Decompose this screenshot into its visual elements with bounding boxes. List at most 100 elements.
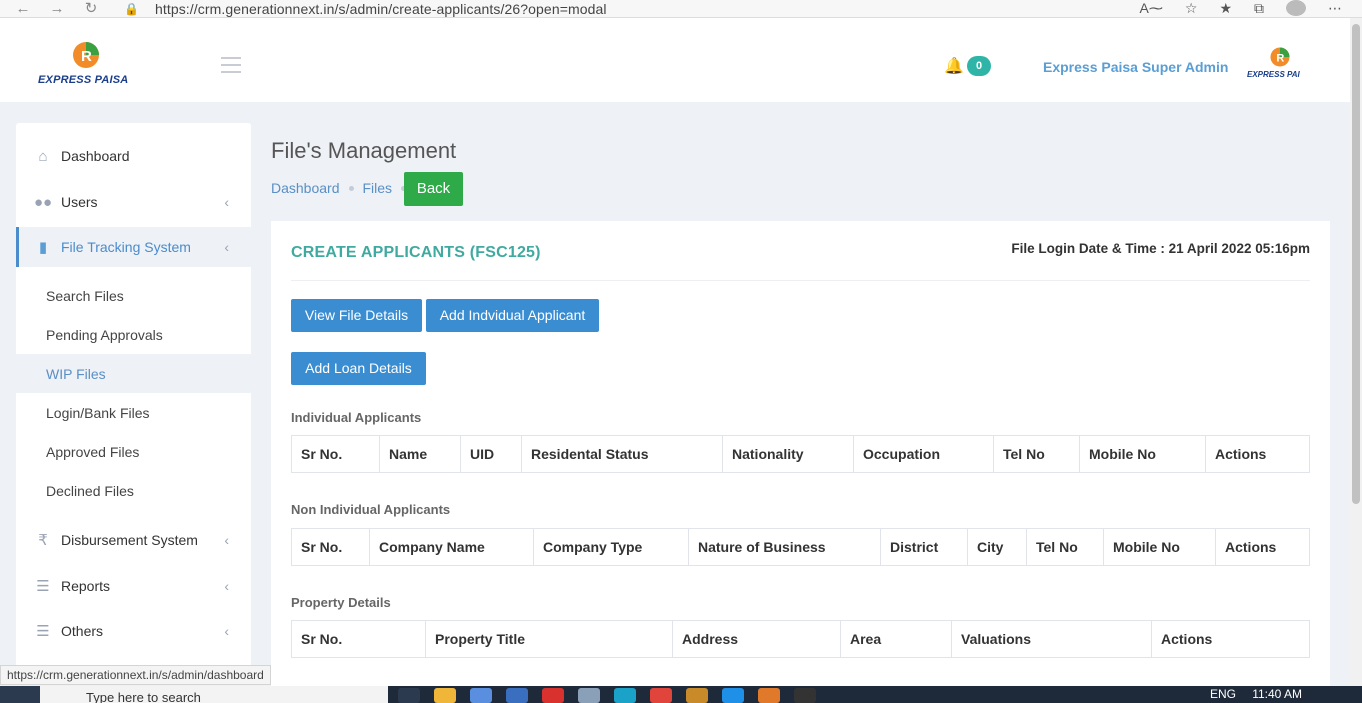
avatar-logo-mark-icon: R: [1270, 47, 1290, 67]
column-header: Sr No.: [291, 620, 426, 658]
sidebar-item-file-tracking[interactable]: ▮ File Tracking System ‹: [16, 227, 251, 267]
link-status-bar: https://crm.generationnext.in/s/admin/da…: [0, 665, 271, 685]
sidebar-item-dashboard[interactable]: ⌂ Dashboard: [16, 136, 251, 176]
column-header: Nationality: [722, 435, 854, 473]
table-header-row: Sr No. Property Title Address Area Valua…: [291, 620, 1310, 658]
lock-icon[interactable]: 🔒: [124, 2, 139, 16]
add-favorite-icon[interactable]: ☆: [1185, 0, 1198, 17]
non-individual-applicants-table: Sr No. Company Name Company Type Nature …: [291, 528, 1310, 566]
breadcrumb-files[interactable]: Files: [363, 180, 393, 196]
file-explorer-icon[interactable]: [434, 688, 456, 703]
column-header: City: [967, 528, 1027, 566]
terminal-icon[interactable]: [794, 688, 816, 703]
column-header: Mobile No: [1103, 528, 1216, 566]
scrollbar-thumb[interactable]: [1352, 24, 1360, 504]
column-header: Tel No: [1026, 528, 1104, 566]
mail-icon[interactable]: [506, 688, 528, 703]
back-button[interactable]: Back: [404, 172, 463, 206]
sidebar-subitem-approved-files[interactable]: Approved Files: [16, 432, 251, 471]
more-menu-icon[interactable]: ⋯: [1328, 0, 1342, 17]
app-icon[interactable]: [686, 688, 708, 703]
sidebar-item-others[interactable]: ☰ Others ‹: [16, 611, 251, 651]
breadcrumb-separator: [348, 185, 354, 191]
non-individual-applicants-label: Non Individual Applicants: [291, 502, 451, 517]
chrome-icon[interactable]: [650, 688, 672, 703]
individual-applicants-label: Individual Applicants: [291, 410, 422, 425]
sidebar-item-users[interactable]: ●● Users ‹: [16, 182, 251, 222]
table-header-row: Sr No. Company Name Company Type Nature …: [291, 528, 1310, 566]
column-header: Company Type: [533, 528, 689, 566]
column-header: Actions: [1151, 620, 1310, 658]
collections-icon[interactable]: ⧉: [1254, 0, 1264, 17]
chevron-left-icon: ‹: [224, 623, 229, 639]
sidebar-item-disbursement[interactable]: ₹ Disbursement System ‹: [16, 520, 251, 560]
file-login-datetime: File Login Date & Time : 21 April 2022 0…: [1011, 241, 1310, 256]
property-details-table: Sr No. Property Title Address Area Valua…: [291, 620, 1310, 658]
menu-toggle-icon[interactable]: [221, 57, 241, 78]
app-icon[interactable]: [758, 688, 780, 703]
sidebar-subitem-pending-approvals[interactable]: Pending Approvals: [16, 315, 251, 354]
list-icon: ☰: [36, 623, 50, 640]
skype-icon[interactable]: [722, 688, 744, 703]
add-individual-applicant-button[interactable]: Add Indvidual Applicant: [426, 299, 599, 332]
logo-text: EXPRESS PAISA: [38, 74, 129, 86]
notes-icon[interactable]: [578, 688, 600, 703]
page-scrollbar[interactable]: [1350, 18, 1362, 685]
column-header: Residental Status: [521, 435, 723, 473]
column-header: Sr No.: [291, 435, 380, 473]
sidebar-subitem-declined-files[interactable]: Declined Files: [16, 471, 251, 510]
sidebar-subitem-login-bank-files[interactable]: Login/Bank Files: [16, 393, 251, 432]
add-loan-details-button[interactable]: Add Loan Details: [291, 352, 426, 385]
table-header-row: Sr No. Name UID Residental Status Nation…: [291, 435, 1310, 473]
user-avatar-logo[interactable]: R EXPRESS PAI: [1247, 46, 1311, 82]
file-icon: ▮: [38, 239, 48, 256]
column-header: Actions: [1205, 435, 1310, 473]
sidebar-item-label: Disbursement System: [61, 532, 198, 548]
express-paisa-logo[interactable]: R EXPRESS PAISA: [34, 38, 138, 86]
svg-text:R: R: [81, 48, 92, 65]
column-header: Area: [840, 620, 952, 658]
create-applicants-card: CREATE APPLICANTS (FSC125) File Login Da…: [271, 221, 1330, 691]
bell-icon[interactable]: 🔔: [944, 56, 964, 76]
avatar-logo-text: EXPRESS PAI: [1247, 70, 1300, 79]
notification-badge[interactable]: 0: [967, 56, 991, 76]
breadcrumb-dashboard[interactable]: Dashboard: [271, 180, 340, 196]
edge-icon[interactable]: [614, 688, 636, 703]
view-file-details-button[interactable]: View File Details: [291, 299, 422, 332]
app-icon[interactable]: [542, 688, 564, 703]
address-bar[interactable]: https://crm.generationnext.in/s/admin/cr…: [155, 1, 607, 17]
sidebar-item-label: Others: [61, 623, 104, 639]
divider: [291, 280, 1310, 281]
svg-text:R: R: [1276, 52, 1284, 64]
chevron-left-icon: ‹: [224, 578, 229, 594]
list-icon: ☰: [36, 578, 50, 595]
chevron-left-icon: ‹: [224, 532, 229, 548]
column-header: Valuations: [951, 620, 1152, 658]
taskbar-clock[interactable]: 11:40 AM: [1252, 687, 1302, 701]
favorites-icon[interactable]: ★: [1219, 0, 1232, 17]
windows-start-icon[interactable]: [0, 686, 40, 703]
sidebar-item-reports[interactable]: ☰ Reports ‹: [16, 566, 251, 606]
sidebar-item-label: Dashboard: [61, 148, 130, 164]
column-header: Address: [672, 620, 841, 658]
column-header: Property Title: [425, 620, 673, 658]
task-view-icon[interactable]: [398, 688, 420, 703]
refresh-icon[interactable]: ↻: [80, 0, 102, 18]
column-header: Mobile No: [1079, 435, 1206, 473]
read-aloud-icon[interactable]: A⁓: [1140, 0, 1163, 17]
sidebar: ⌂ Dashboard ●● Users ‹ ▮ File Tracking S…: [16, 123, 251, 668]
taskbar-apps: [398, 688, 816, 703]
sidebar-subitem-search-files[interactable]: Search Files: [16, 276, 251, 315]
card-title: CREATE APPLICANTS (FSC125): [291, 244, 541, 261]
sidebar-subitem-wip-files[interactable]: WIP Files: [16, 354, 251, 393]
back-arrow-icon[interactable]: ←: [12, 0, 34, 18]
forward-arrow-icon[interactable]: →: [46, 0, 68, 18]
sidebar-item-label: File Tracking System: [61, 239, 191, 255]
profile-avatar[interactable]: [1286, 0, 1306, 16]
language-indicator[interactable]: ENG: [1210, 687, 1236, 701]
chevron-left-icon: ‹: [224, 194, 229, 210]
taskbar-search-input[interactable]: Type here to search: [40, 686, 388, 703]
column-header: Tel No: [993, 435, 1080, 473]
admin-user-name[interactable]: Express Paisa Super Admin: [1043, 59, 1228, 75]
store-icon[interactable]: [470, 688, 492, 703]
